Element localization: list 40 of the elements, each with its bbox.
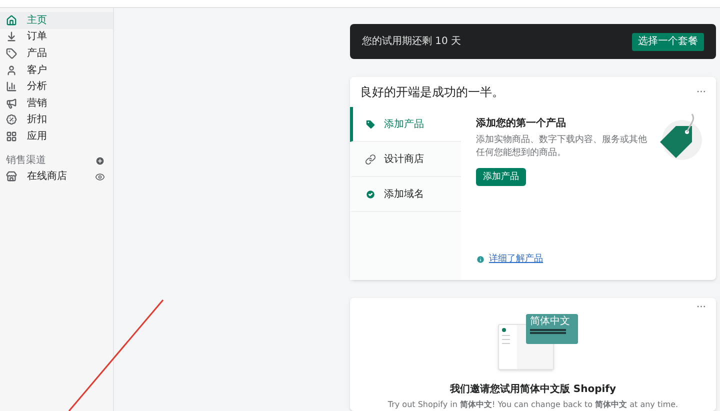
discounts-icon	[6, 114, 17, 126]
add-icon[interactable]	[95, 156, 105, 166]
customers-icon	[6, 64, 17, 76]
info-icon	[476, 254, 485, 264]
card-title: 良好的开端是成功的一半。	[360, 84, 504, 102]
nav-item[interactable]: 营销	[0, 94, 113, 112]
nav-item[interactable]: 客户	[0, 62, 113, 78]
nav-item[interactable]: 分析	[0, 78, 113, 95]
language-title: 我们邀请您试用简体中文版 Shopify	[450, 382, 616, 397]
step-description: 添加实物商品、数字下载内容、服务或其他任何您能想到的商品。	[476, 134, 648, 160]
choose-plan-button[interactable]: 选择一个套餐	[632, 32, 704, 51]
language-body: Try out Shopify in 简体中文! You can change back to 简体中文 at any time.	[388, 399, 678, 411]
check-icon	[365, 188, 376, 200]
nav-item[interactable]: 折扣	[0, 112, 113, 128]
more-button[interactable]: ···	[696, 84, 706, 100]
trial-text: 您的试用期还剩 10 天	[362, 34, 462, 50]
nav-item[interactable]: 应用	[0, 128, 113, 145]
orders-icon	[6, 31, 17, 42]
language-label: 简体中文	[530, 315, 571, 328]
marketing-icon	[6, 98, 17, 109]
home-icon	[6, 14, 17, 26]
view-icon[interactable]	[95, 172, 105, 182]
learn-more-link[interactable]: 详细了解产品	[489, 252, 543, 266]
section-title: 销售渠道	[6, 154, 46, 168]
analytics-icon	[6, 81, 17, 92]
tag-icon	[365, 118, 376, 130]
nav-item[interactable]: 订单	[0, 28, 113, 46]
more-button[interactable]: ···	[696, 300, 706, 315]
setup-tab[interactable]: 添加产品	[350, 107, 461, 142]
products-icon	[6, 48, 17, 59]
nav-item[interactable]: 产品	[0, 45, 113, 62]
step-heading: 添加您的第一个产品	[476, 116, 567, 132]
setup-tab[interactable]: 设计商店	[350, 142, 461, 178]
nav-item[interactable]: 主页	[0, 12, 113, 29]
apps-icon	[6, 130, 17, 142]
link-icon	[365, 154, 376, 165]
setup-tab[interactable]: 添加域名	[350, 177, 461, 212]
store-icon	[6, 171, 17, 182]
add-product-button[interactable]: 添加产品	[476, 168, 526, 186]
channel-item[interactable]: 在线商店	[6, 169, 67, 184]
